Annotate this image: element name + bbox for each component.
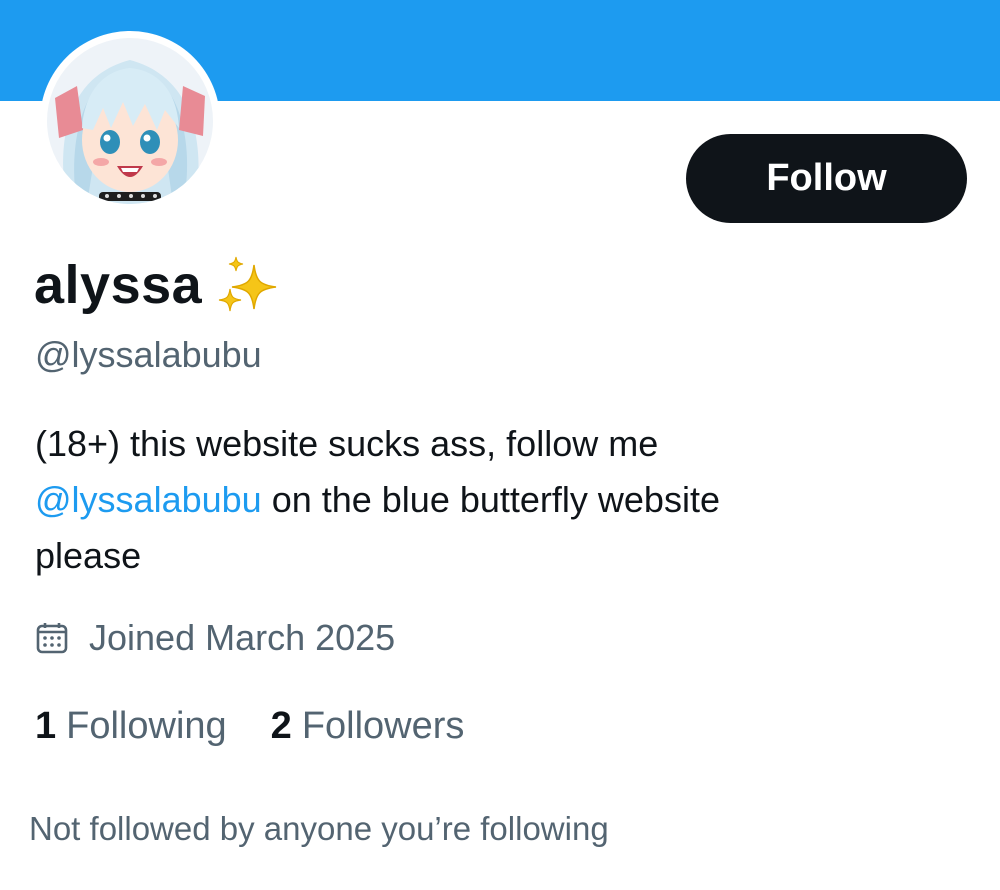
- joined-date: Joined March 2025: [35, 612, 395, 664]
- following-label: Following: [66, 704, 227, 747]
- follow-stats: 1 Following 2 Followers: [35, 700, 464, 752]
- profile-bio: (18+) this website sucks ass, follow me …: [35, 416, 935, 584]
- display-name-text: alyssa: [34, 255, 203, 315]
- follow-button[interactable]: Follow: [686, 134, 967, 223]
- joined-date-text: Joined March 2025: [89, 617, 396, 658]
- bio-text-line2: on the blue butterfly website: [271, 479, 720, 520]
- avatar-image: [47, 38, 213, 204]
- following-link[interactable]: 1 Following: [35, 705, 227, 748]
- following-count: 1: [35, 704, 57, 747]
- bio-mention-link[interactable]: @lyssalabubu: [35, 479, 262, 520]
- avatar[interactable]: [40, 31, 220, 211]
- profile-handle: @lyssalabubu: [35, 334, 262, 375]
- calendar-icon: [35, 621, 69, 655]
- bio-text-line3: please: [35, 535, 142, 576]
- bio-text-line1: (18+) this website sucks ass, follow me: [35, 423, 659, 464]
- sparkles-icon: [216, 255, 284, 315]
- followers-count: 2: [270, 704, 292, 747]
- followers-link[interactable]: 2 Followers: [271, 705, 465, 748]
- followers-label: Followers: [301, 704, 465, 747]
- followed-by-text: Not followed by anyone you’re following: [29, 810, 609, 847]
- display-name: alyssa: [34, 251, 284, 319]
